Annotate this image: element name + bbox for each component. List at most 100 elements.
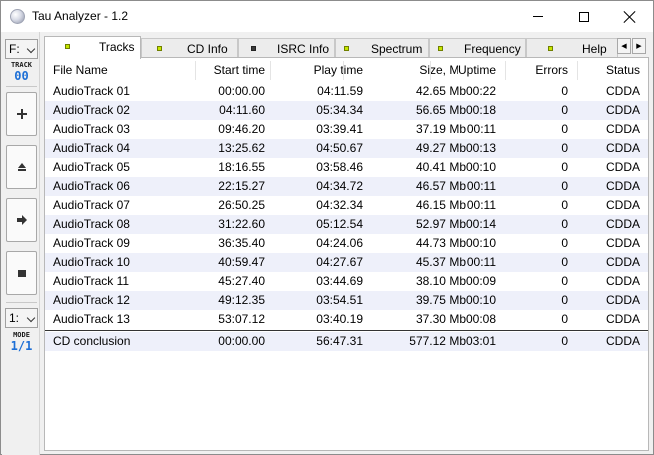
file-name-cell: AudioTrack 02	[53, 103, 130, 117]
column-divider	[577, 61, 578, 80]
start-time-cell: 26:50.25	[218, 198, 265, 212]
tracks-table: File Name Start time Play time Size, Mb …	[44, 57, 649, 451]
errors-cell: 0	[561, 198, 568, 212]
arrow-left-icon: ◀	[621, 43, 627, 50]
table-row[interactable]: AudioTrack 06 22:15.27 04:34.72 46.57 Mb 00:…	[45, 177, 648, 196]
play-time-cell: 04:34.72	[316, 179, 363, 193]
errors-cell: 0	[561, 293, 568, 307]
stop-button[interactable]	[6, 251, 37, 295]
uptime-cell: 00:09	[465, 274, 496, 288]
drive-select[interactable]: F:	[5, 39, 38, 59]
uptime-cell: 00:14	[465, 217, 496, 231]
column-divider	[343, 61, 344, 80]
errors-cell: 0	[561, 84, 568, 98]
table-row[interactable]: AudioTrack 05 18:16.55 03:58.46 40.41 Mb 00:…	[45, 158, 648, 177]
column-header-play-time[interactable]: Play time	[313, 58, 363, 83]
tab-scroll-right-button[interactable]: ▶	[632, 38, 646, 54]
file-name-cell: AudioTrack 11	[53, 274, 130, 288]
start-time-cell: 09:46.20	[218, 122, 265, 136]
play-time-cell: 04:24.06	[316, 236, 363, 250]
minimize-button[interactable]	[515, 1, 561, 32]
start-time-cell: 45:27.40	[218, 274, 265, 288]
app-icon	[10, 9, 25, 24]
errors-cell: 0	[561, 160, 568, 174]
tab-help[interactable]: Help	[526, 38, 618, 58]
toolbar-divider	[6, 86, 37, 87]
close-icon	[624, 11, 636, 23]
play-time-cell: 03:39.41	[316, 122, 363, 136]
status-bullet-icon	[548, 46, 553, 51]
size-cell: 46.15 Mb	[415, 198, 466, 212]
maximize-button[interactable]	[561, 1, 607, 32]
status-bullet-icon	[344, 46, 349, 51]
play-time-cell: 04:11.59	[317, 84, 363, 98]
total-divider	[45, 330, 648, 331]
close-button[interactable]	[607, 1, 653, 32]
errors-cell: 0	[561, 334, 568, 348]
uptime-cell: 00:13	[465, 141, 496, 155]
tab-spectrum[interactable]: Spectrum	[335, 38, 429, 58]
mode-select[interactable]: 1:	[5, 308, 38, 328]
tab-cd-info[interactable]: CD Info	[141, 38, 238, 58]
column-header-start-time[interactable]: Start time	[213, 58, 265, 83]
status-bullet-icon	[65, 44, 70, 49]
status-bullet-icon	[438, 46, 443, 51]
total-row[interactable]: CD conclusion 00:00.00 56:47.31 577.12 Mb 03…	[45, 332, 648, 351]
tab-label: Spectrum	[371, 42, 423, 56]
file-name-cell: AudioTrack 08	[53, 217, 130, 231]
size-cell: 52.97 Mb	[415, 217, 466, 231]
table-row[interactable]: AudioTrack 01 00:00.00 04:11.59 42.65 Mb 00:…	[45, 82, 648, 101]
mode-label: MODE	[13, 331, 30, 339]
uptime-cell: 00:10	[465, 160, 496, 174]
file-name-cell: AudioTrack 05	[53, 160, 130, 174]
column-header-errors[interactable]: Errors	[535, 58, 568, 83]
toolbar-divider	[6, 302, 37, 303]
file-name-cell: AudioTrack 09	[53, 236, 130, 250]
table-row[interactable]: AudioTrack 07 26:50.25 04:32.34 46.15 Mb 00:…	[45, 196, 648, 215]
table-row[interactable]: AudioTrack 03 09:46.20 03:39.41 37.19 Mb 00:…	[45, 120, 648, 139]
tab-isrc-info[interactable]: ISRC Info	[238, 38, 335, 58]
chevron-down-icon	[26, 44, 36, 54]
status-cell: CDDA	[605, 236, 640, 250]
table-row[interactable]: AudioTrack 02 04:11.60 05:34.34 56.65 Mb 00:…	[45, 101, 648, 120]
play-button[interactable]	[6, 198, 37, 242]
file-name-cell: AudioTrack 07	[53, 198, 130, 212]
track-label: TRACK	[10, 61, 33, 69]
table-row[interactable]: AudioTrack 08 31:22.60 05:12.54 52.97 Mb 00:…	[45, 215, 648, 234]
tab-label: CD Info	[187, 42, 228, 56]
table-row[interactable]: AudioTrack 13 53:07.12 03:40.19 37.30 Mb 00:…	[45, 310, 648, 329]
mode-select-value: 1:	[9, 311, 20, 325]
errors-cell: 0	[561, 274, 568, 288]
play-time-cell: 05:12.54	[316, 217, 363, 231]
column-header-status[interactable]: Status	[605, 58, 640, 83]
size-cell: 40.41 Mb	[415, 160, 466, 174]
status-cell: CDDA	[605, 122, 640, 136]
tab-tracks[interactable]: Tracks	[44, 36, 141, 59]
errors-cell: 0	[561, 122, 568, 136]
start-time-cell: 53:07.12	[218, 312, 265, 326]
table-row[interactable]: AudioTrack 10 40:59.47 04:27.67 45.37 Mb 00:…	[45, 253, 648, 272]
table-row[interactable]: AudioTrack 11 45:27.40 03:44.69 38.10 Mb 00:…	[45, 272, 648, 291]
tab-scroll-left-button[interactable]: ◀	[617, 38, 631, 54]
column-header-file-name[interactable]: File Name	[53, 58, 108, 83]
start-time-cell: 00:00.00	[218, 84, 265, 98]
table-row[interactable]: AudioTrack 09 36:35.40 04:24.06 44.73 Mb 00:…	[45, 234, 648, 253]
add-button[interactable]	[6, 92, 37, 136]
start-time-cell: 04:11.60	[219, 103, 265, 117]
size-cell: 56.65 Mb	[415, 103, 466, 117]
status-cell: CDDA	[605, 217, 640, 231]
tab-frequency[interactable]: Frequency	[429, 38, 526, 58]
eject-button[interactable]	[6, 145, 37, 189]
table-row[interactable]: AudioTrack 12 49:12.35 03:54.51 39.75 Mb 00:…	[45, 291, 648, 310]
tab-label: Tracks	[99, 40, 135, 54]
uptime-cell: 00:18	[465, 103, 496, 117]
plus-icon	[16, 109, 27, 119]
tab-label: ISRC Info	[277, 42, 330, 56]
arrow-right-icon: ▶	[636, 43, 642, 50]
table-row[interactable]: AudioTrack 04 13:25.62 04:50.67 49.27 Mb 00:…	[45, 139, 648, 158]
tab-label: Frequency	[464, 42, 521, 56]
size-cell: 39.75 Mb	[415, 293, 466, 307]
start-time-cell: 00:00.00	[218, 334, 265, 348]
uptime-cell: 00:11	[466, 122, 496, 136]
column-header-uptime[interactable]: Uptime	[457, 58, 496, 83]
